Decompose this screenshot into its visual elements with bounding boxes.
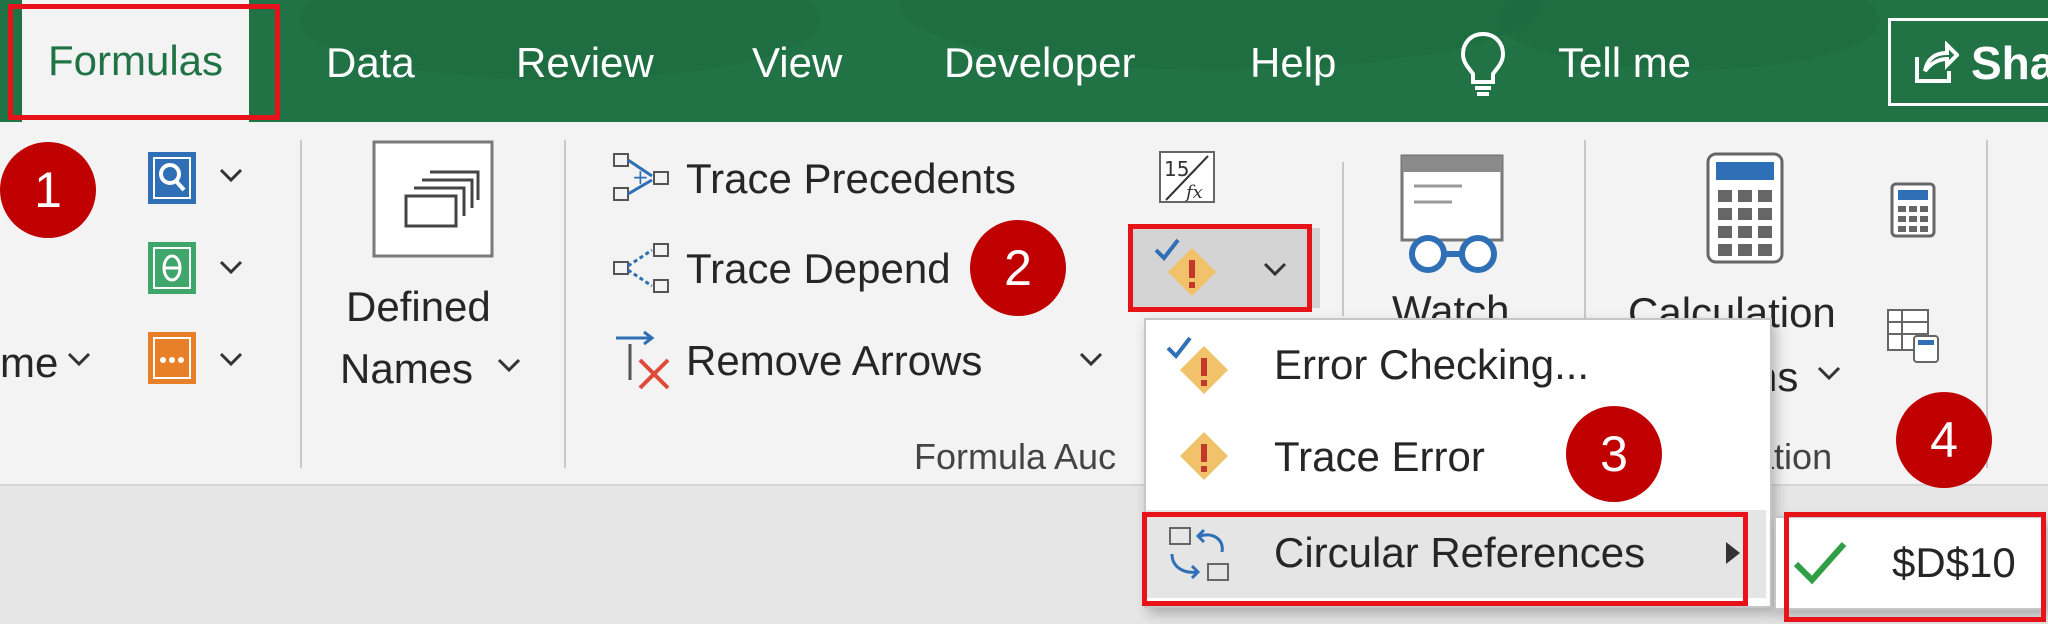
svg-text:15: 15 [1164,157,1189,181]
tab-data[interactable]: Data [326,38,415,88]
highlight-box-formulas [8,4,280,120]
ribbon-tab-bar: Formulas Data Review View Developer Help… [0,0,2048,122]
calculate-sheet-icon[interactable] [1884,306,1942,364]
share-label: Sha [1971,37,2048,89]
defined-names-icon [372,140,494,258]
watch-window-icon [1400,154,1504,273]
trace-error-icon [1180,432,1228,480]
chevron-down-icon[interactable] [1078,350,1104,368]
tab-review[interactable]: Review [516,38,654,88]
calculator-icon [1706,152,1784,264]
error-checking-label: Error Checking... [1274,341,1590,388]
step-badge: 3 [1566,406,1662,502]
show-formulas-icon[interactable]: 15 fx [1156,146,1218,208]
share-icon [1915,41,1959,83]
trace-precedents-icon[interactable]: + [610,150,672,208]
tab-view[interactable]: View [752,38,842,88]
chevron-down-icon[interactable] [218,166,244,184]
defined-names-label-2: Names [340,345,474,392]
calculate-now-icon[interactable] [1888,180,1938,240]
chevron-down-icon [497,358,521,373]
step-badge: 4 [1896,392,1992,488]
menu-item-error-checking[interactable]: Error Checking... [1146,322,1766,410]
tab-help[interactable]: Help [1250,38,1336,88]
group-separator [564,140,566,468]
chevron-down-icon[interactable] [218,258,244,276]
name-manager-label[interactable]: me [0,338,58,388]
trace-error-label: Trace Error [1274,433,1485,480]
menu-item-trace-error[interactable]: Trace Error [1146,414,1766,502]
lightbulb-icon [1460,31,1506,96]
remove-arrows-label[interactable]: Remove Arrows [686,336,982,386]
watch-window-button[interactable]: Watch [1392,150,1522,334]
trace-precedents-label[interactable]: Trace Precedents [686,154,1016,204]
error-checking-icon [1166,336,1228,394]
highlight-box-circular-references [1142,512,1748,606]
share-button[interactable]: Sha [1888,18,2048,106]
tell-me-search[interactable]: Tell me [1558,38,1691,88]
svg-text:+: + [632,165,649,189]
chevron-down-icon [1817,366,1841,381]
svg-text:fx: fx [1184,182,1203,203]
remove-arrows-icon[interactable] [610,330,674,392]
group-separator [300,140,302,468]
trace-dependents-label[interactable]: Trace Depend [686,244,951,294]
highlight-box-cell-ref [1784,512,2046,622]
tab-developer[interactable]: Developer [944,38,1135,88]
group-separator [1342,162,1344,316]
trace-dependents-icon[interactable] [610,240,672,298]
defined-names-label-1: Defined [346,283,491,330]
step-badge: 1 [0,142,96,238]
chevron-down-icon[interactable] [218,350,244,368]
math-trig-icon[interactable] [146,240,198,296]
defined-names-button[interactable]: Defined Names [340,140,521,400]
chevron-down-icon[interactable] [66,350,92,368]
more-functions-icon[interactable] [146,330,198,386]
lookup-reference-icon[interactable] [146,150,198,206]
group-label-formula-auditing: Formula Auc [914,436,1117,477]
step-badge: 2 [970,220,1066,316]
highlight-box-error-checking [1128,224,1312,312]
